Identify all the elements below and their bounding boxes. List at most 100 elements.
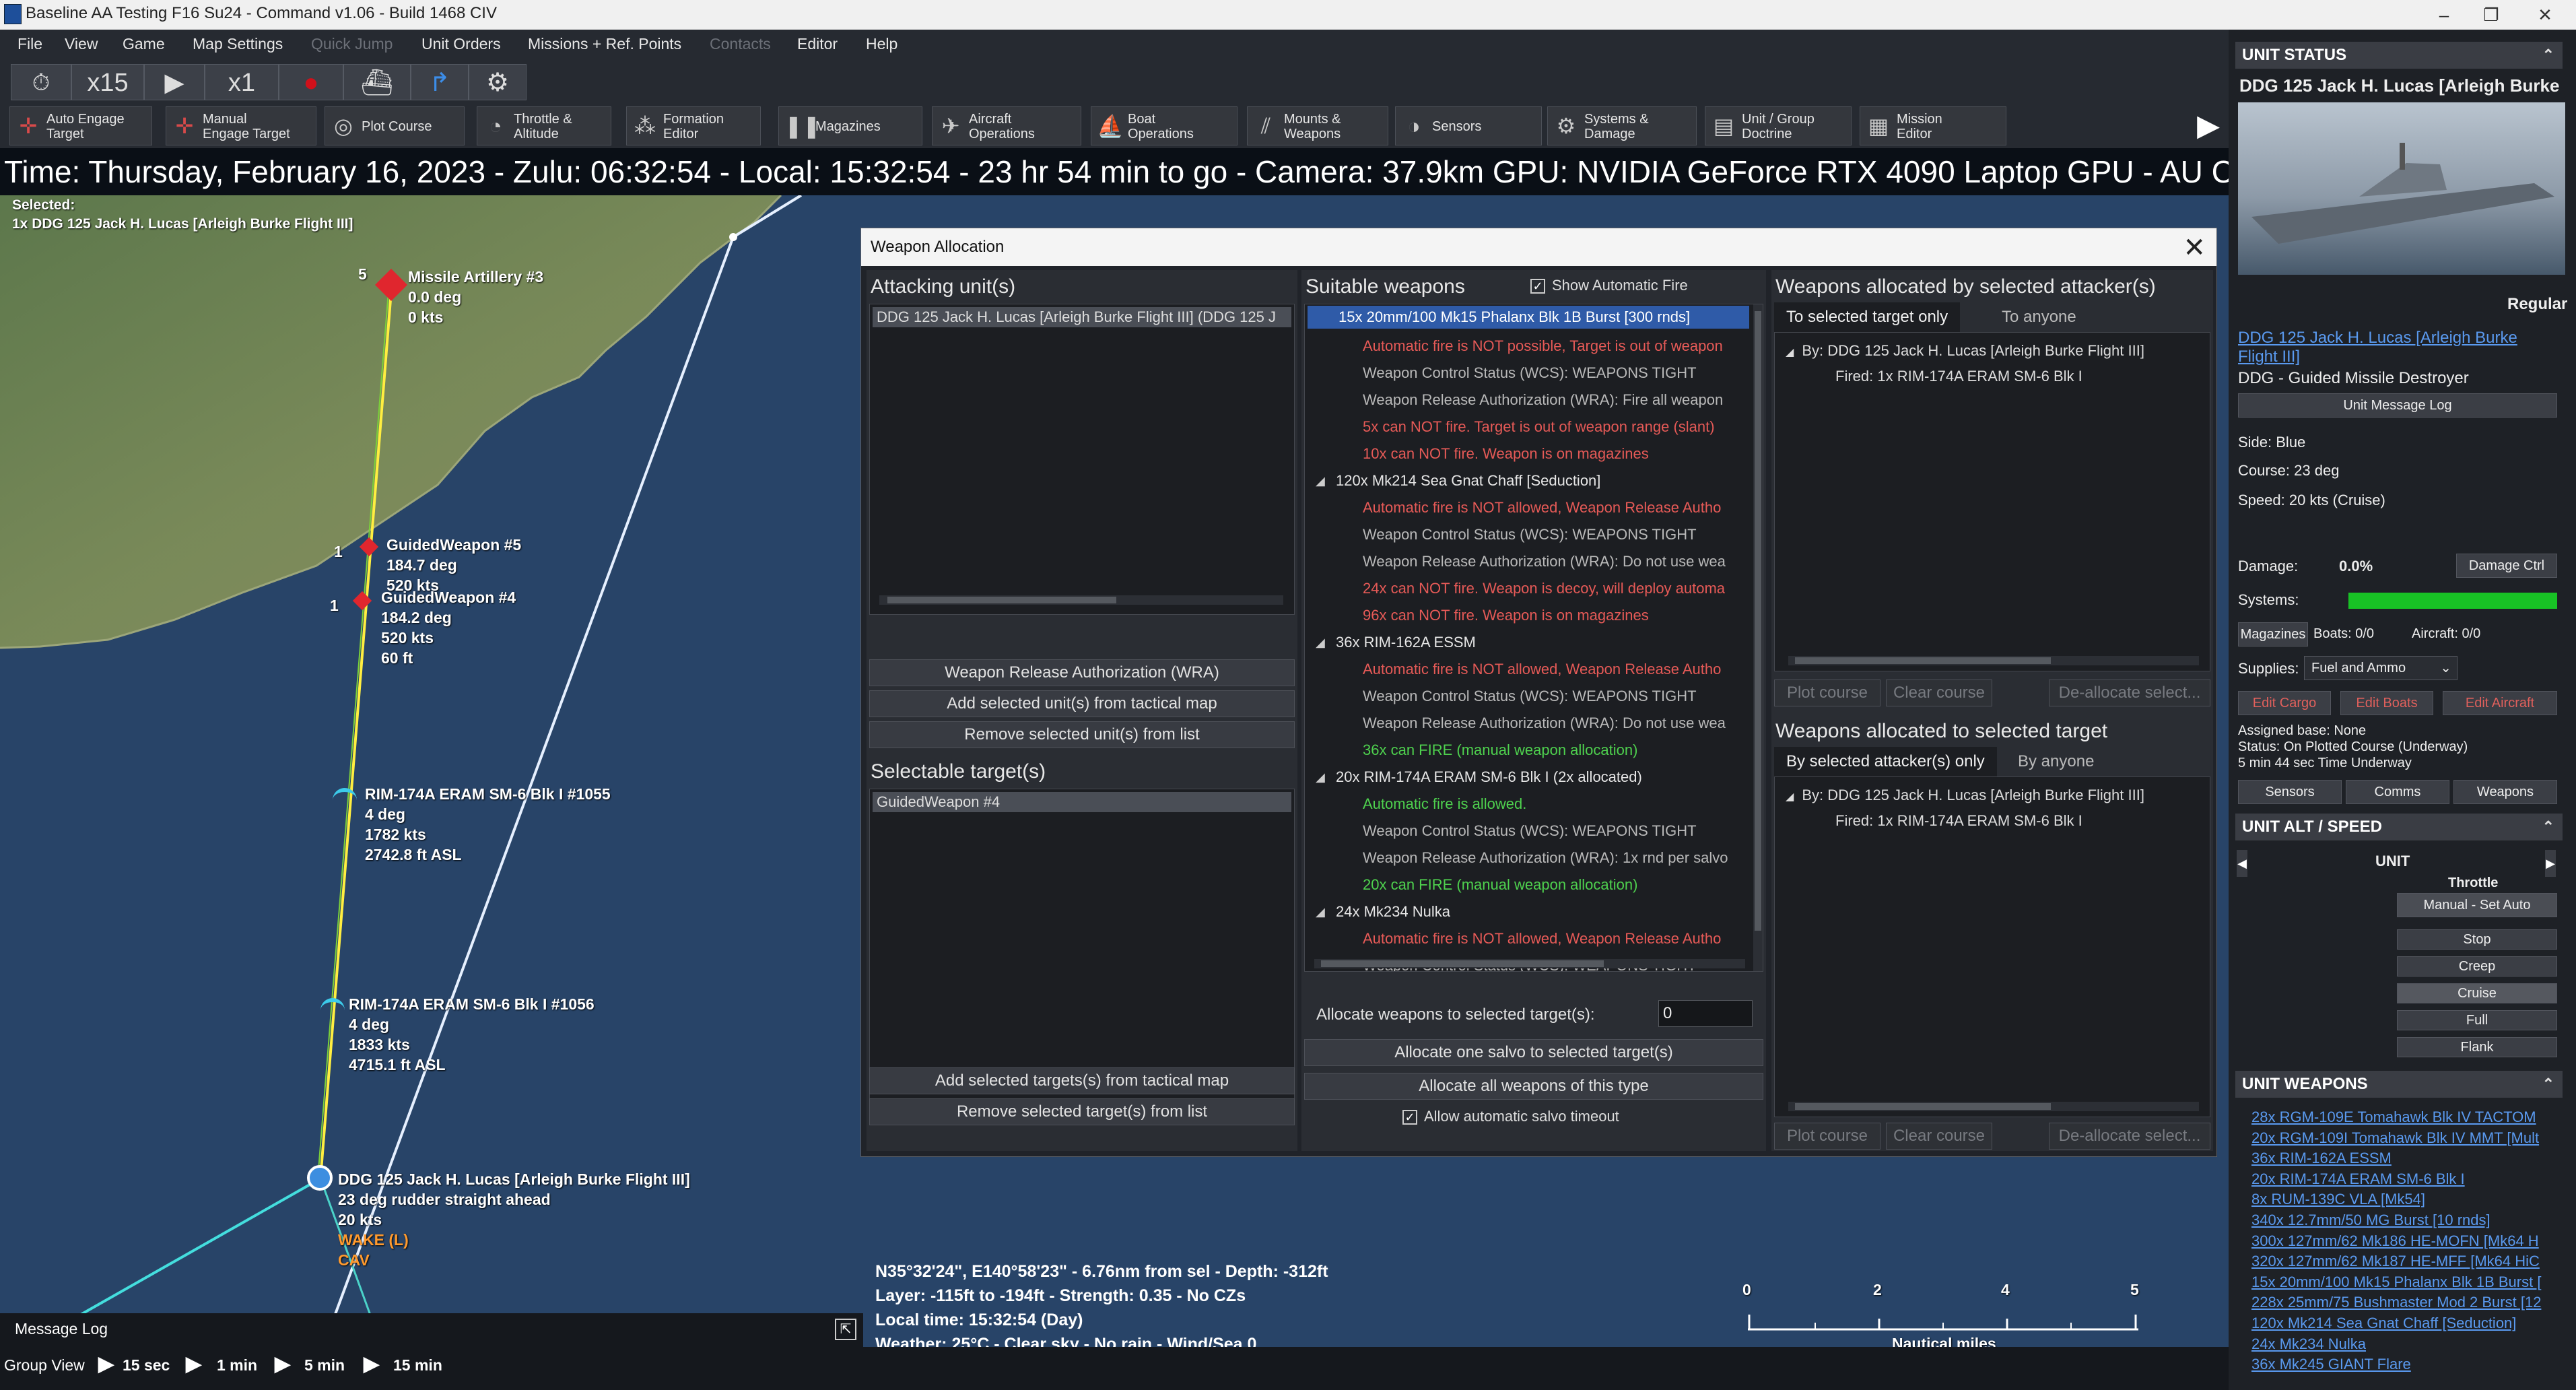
- next-arrow-icon[interactable]: ▶: [2545, 850, 2556, 877]
- tab-to-anyone[interactable]: To anyone: [1990, 302, 2089, 332]
- vertical-scrollbar[interactable]: [1753, 304, 1763, 971]
- close-window-button[interactable]: ✕: [2525, 3, 2565, 27]
- wra-button[interactable]: Weapon Release Authorization (WRA): [869, 659, 1295, 686]
- unit-weapon-link[interactable]: 15x 20mm/100 Mk15 Phalanx Blk 1B Burst [: [2251, 1273, 2541, 1291]
- expand-arrow-icon[interactable]: ◢: [1316, 898, 1325, 925]
- weapons-tree[interactable]: 15x 20mm/100 Mk15 Phalanx Blk 1B Burst […: [1305, 306, 1752, 971]
- unit-weapon-link[interactable]: 28x RGM-109E Tomahawk Blk IV TACTOM: [2251, 1108, 2536, 1126]
- tree2-fired[interactable]: Fired: 1x RIM-174A ERAM SM-6 Blk I: [1835, 812, 2082, 830]
- unit-link[interactable]: DDG 125 Jack H. Lucas [Arleigh Burke Fli…: [2238, 329, 2554, 366]
- remove-targets-button[interactable]: Remove selected target(s) from list: [869, 1098, 1295, 1125]
- speed-full-button[interactable]: Full: [2397, 1010, 2557, 1030]
- weapon-status-row[interactable]: 24x can NOT fire. Weapon is decoy, will …: [1305, 575, 1752, 602]
- weapon-status-row[interactable]: 96x can NOT fire. Weapon is on magazines: [1305, 602, 1752, 629]
- damage-control-button[interactable]: Damage Ctrl: [2456, 554, 2557, 578]
- unit-weapon-link[interactable]: 24x Mk234 Nulka: [2251, 1335, 2366, 1353]
- manual-engage-button[interactable]: ✛ Manual Engage Target: [166, 106, 316, 145]
- collapse-icon[interactable]: ⌃: [2542, 1071, 2554, 1098]
- weapon-group-row[interactable]: 15x 20mm/100 Mk15 Phalanx Blk 1B Burst […: [1308, 306, 1749, 329]
- step-arrow-icon[interactable]: ▶: [98, 1352, 114, 1376]
- formation-editor-button[interactable]: ⁂ Formation Editor: [626, 106, 761, 145]
- speed-flank-button[interactable]: Flank: [2397, 1037, 2557, 1057]
- weapon-status-row[interactable]: Automatic fire is NOT possible, Target i…: [1305, 333, 1752, 360]
- suitable-weapons-list[interactable]: 15x 20mm/100 Mk15 Phalanx Blk 1B Burst […: [1304, 304, 1763, 972]
- weapon-group-row[interactable]: ◢ 36x RIM-162A ESSM: [1305, 629, 1752, 656]
- attacking-list[interactable]: DDG 125 Jack H. Lucas [Arleigh Burke Fli…: [869, 304, 1295, 615]
- deallocate-button[interactable]: De-allocate select...: [2049, 680, 2210, 706]
- ship-icon[interactable]: [307, 1165, 333, 1191]
- edit-boats-button[interactable]: Edit Boats: [2340, 691, 2433, 715]
- weapon-status-row[interactable]: Automatic fire is NOT allowed, Weapon Re…: [1305, 494, 1752, 521]
- auto-engage-button[interactable]: ✛ Auto Engage Target: [9, 106, 152, 145]
- menu-missions[interactable]: Missions + Ref. Points: [528, 35, 681, 53]
- horizontal-scrollbar[interactable]: [1314, 959, 1745, 968]
- weapon-status-row[interactable]: 20x can FIRE (manual weapon allocation): [1305, 871, 1752, 898]
- expand-arrow-icon[interactable]: ◢: [1316, 629, 1325, 656]
- speed-creep-button[interactable]: Creep: [2397, 956, 2557, 977]
- comms-button[interactable]: Comms: [2346, 780, 2449, 804]
- to-target-tree[interactable]: ◢ By: DDG 125 Jack H. Lucas [Arleigh Burk…: [1774, 776, 2210, 1117]
- tab-selected-target[interactable]: To selected target only: [1774, 302, 1961, 332]
- menu-help[interactable]: Help: [866, 35, 897, 53]
- weapon-status-row[interactable]: 36x can FIRE (manual weapon allocation): [1305, 737, 1752, 764]
- tab-by-anyone[interactable]: By anyone: [2006, 747, 2106, 776]
- unit-status-header[interactable]: UNIT STATUS ⌃: [2235, 42, 2563, 69]
- auto-salvo-checkbox[interactable]: ✓ Allow automatic salvo timeout: [1402, 1108, 1619, 1125]
- remove-units-button[interactable]: Remove selected unit(s) from list: [869, 721, 1295, 748]
- unit-weapon-link[interactable]: 36x RIM-162A ESSM: [2251, 1150, 2392, 1167]
- attacking-list-item[interactable]: DDG 125 Jack H. Lucas [Arleigh Burke Fli…: [873, 307, 1291, 327]
- tab-by-selected[interactable]: By selected attacker(s) only: [1774, 747, 1997, 776]
- expand-arrow-icon[interactable]: ◢: [1786, 791, 1794, 803]
- clear-course-button[interactable]: Clear course: [1886, 680, 1992, 706]
- ship-view-icon[interactable]: ⛴: [343, 64, 411, 100]
- step-15min-button[interactable]: 15 min: [393, 1356, 442, 1375]
- expand-sidebar-icon[interactable]: ▶: [2194, 108, 2223, 144]
- sensors-button[interactable]: Sensors: [2238, 780, 2342, 804]
- unit-weapon-link[interactable]: 340x 12.7mm/50 MG Burst [10 rnds]: [2251, 1212, 2490, 1229]
- by-attacker-tree[interactable]: ◢ By: DDG 125 Jack H. Lucas [Arleigh Burk…: [1774, 332, 2210, 671]
- weapon-status-row[interactable]: Weapon Control Status (WCS): WEAPONS TIG…: [1305, 683, 1752, 710]
- prev-arrow-icon[interactable]: ◀: [2237, 850, 2247, 877]
- step-arrow-icon[interactable]: ▶: [364, 1352, 379, 1376]
- weapon-status-row[interactable]: Automatic fire is allowed.: [1305, 791, 1752, 818]
- menu-file[interactable]: File: [18, 35, 42, 53]
- supplies-select[interactable]: Fuel and Ammo ⌄: [2304, 656, 2458, 680]
- edit-aircraft-button[interactable]: Edit Aircraft: [2443, 691, 2557, 715]
- weapon-group-row[interactable]: ◢ 20x RIM-174A ERAM SM-6 Blk I (2x alloca…: [1305, 764, 1752, 791]
- sensors-button[interactable]: ◑ Sensors: [1395, 106, 1542, 145]
- tree1-by[interactable]: ◢ By: DDG 125 Jack H. Lucas [Arleigh Burk…: [1786, 342, 2144, 360]
- weapon-group-row[interactable]: ◢ 24x Mk234 Nulka: [1305, 898, 1752, 925]
- unit-weapon-link[interactable]: 36x Mk245 GIANT Flare: [2251, 1356, 2411, 1373]
- weapon-group-row[interactable]: ◢ 120x Mk214 Sea Gnat Chaff [Seduction]: [1305, 467, 1752, 494]
- unit-weapon-link[interactable]: 320x 127mm/62 Mk187 HE-MFF [Mk64 HiC: [2251, 1253, 2540, 1270]
- mounts-weapons-button[interactable]: ⫽ Mounts & Weapons: [1247, 106, 1388, 145]
- menu-unit-orders[interactable]: Unit Orders: [421, 35, 501, 53]
- unit-weapon-link[interactable]: 120x Mk214 Sea Gnat Chaff [Seduction]: [2251, 1315, 2516, 1332]
- record-icon[interactable]: ●: [279, 64, 343, 100]
- allocate-salvo-button[interactable]: Allocate one salvo to selected target(s): [1304, 1039, 1763, 1066]
- manual-set-auto-button[interactable]: Manual - Set Auto: [2397, 893, 2557, 917]
- weapons-button[interactable]: Weapons: [2453, 780, 2557, 804]
- time-compression-display[interactable]: x15: [71, 64, 144, 100]
- unit-weapon-link[interactable]: 8x RUM-139C VLA [Mk54]: [2251, 1191, 2425, 1208]
- unit-weapon-link[interactable]: 300x 127mm/62 Mk186 HE-MOFN [Mk64 H: [2251, 1232, 2539, 1250]
- show-auto-fire-checkbox[interactable]: ✓ Show Automatic Fire: [1530, 277, 1688, 294]
- plot-course-button-2[interactable]: Plot course: [1774, 1123, 1880, 1150]
- magazines-button[interactable]: Magazines: [2238, 622, 2308, 647]
- tree1-fired[interactable]: Fired: 1x RIM-174A ERAM SM-6 Blk I: [1835, 368, 2082, 385]
- step-button[interactable]: x1: [205, 64, 279, 100]
- clock-icon[interactable]: ⏱: [11, 64, 71, 100]
- step-5min-button[interactable]: 5 min: [304, 1356, 345, 1375]
- weapon-status-row[interactable]: Automatic fire is NOT allowed, Weapon Re…: [1305, 925, 1752, 952]
- weapon-status-row[interactable]: Weapon Control Status (WCS): WEAPONS TIG…: [1305, 521, 1752, 548]
- step-arrow-icon[interactable]: ▶: [275, 1352, 290, 1376]
- alt-speed-header[interactable]: UNIT ALT / SPEED ⌃: [2235, 814, 2563, 840]
- weapon-status-row[interactable]: Weapon Release Authorization (WRA): Do n…: [1305, 710, 1752, 737]
- weapon-status-row[interactable]: Weapon Release Authorization (WRA): Fire…: [1305, 387, 1752, 413]
- tree2-by[interactable]: ◢ By: DDG 125 Jack H. Lucas [Arleigh Burk…: [1786, 787, 2144, 804]
- edit-cargo-button[interactable]: Edit Cargo: [2238, 691, 2331, 715]
- weapon-status-row[interactable]: 10x can NOT fire. Weapon is on magazines: [1305, 440, 1752, 467]
- plot-course-button[interactable]: ◎ Plot Course: [325, 106, 465, 145]
- aircraft-operations-button[interactable]: ✈ Aircraft Operations: [932, 106, 1081, 145]
- deallocate-button-2[interactable]: De-allocate select...: [2049, 1123, 2210, 1150]
